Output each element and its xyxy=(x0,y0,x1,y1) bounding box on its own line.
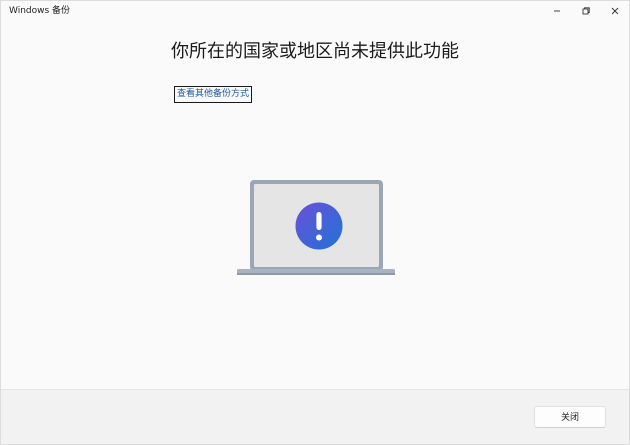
restore-button[interactable] xyxy=(571,1,600,21)
close-button[interactable]: 关闭 xyxy=(534,406,606,428)
minimize-icon xyxy=(553,10,560,12)
app-window: Windows 备份 你所在的国家或地区尚未提供此功能 查看其他备份方式 关闭 xyxy=(0,0,630,445)
close-window-button[interactable] xyxy=(600,1,629,21)
laptop-icon xyxy=(237,180,395,275)
other-backup-methods-link[interactable]: 查看其他备份方式 xyxy=(174,86,253,103)
laptop-illustration xyxy=(237,179,397,279)
minimize-button[interactable] xyxy=(542,1,571,21)
window-controls xyxy=(542,1,629,23)
page-title: 你所在的国家或地区尚未提供此功能 xyxy=(171,41,459,62)
exclamation-icon xyxy=(295,202,343,250)
title-bar[interactable]: Windows 备份 xyxy=(1,1,629,23)
window-title: Windows 备份 xyxy=(9,6,71,16)
close-icon xyxy=(611,7,618,15)
restore-icon xyxy=(582,7,590,15)
